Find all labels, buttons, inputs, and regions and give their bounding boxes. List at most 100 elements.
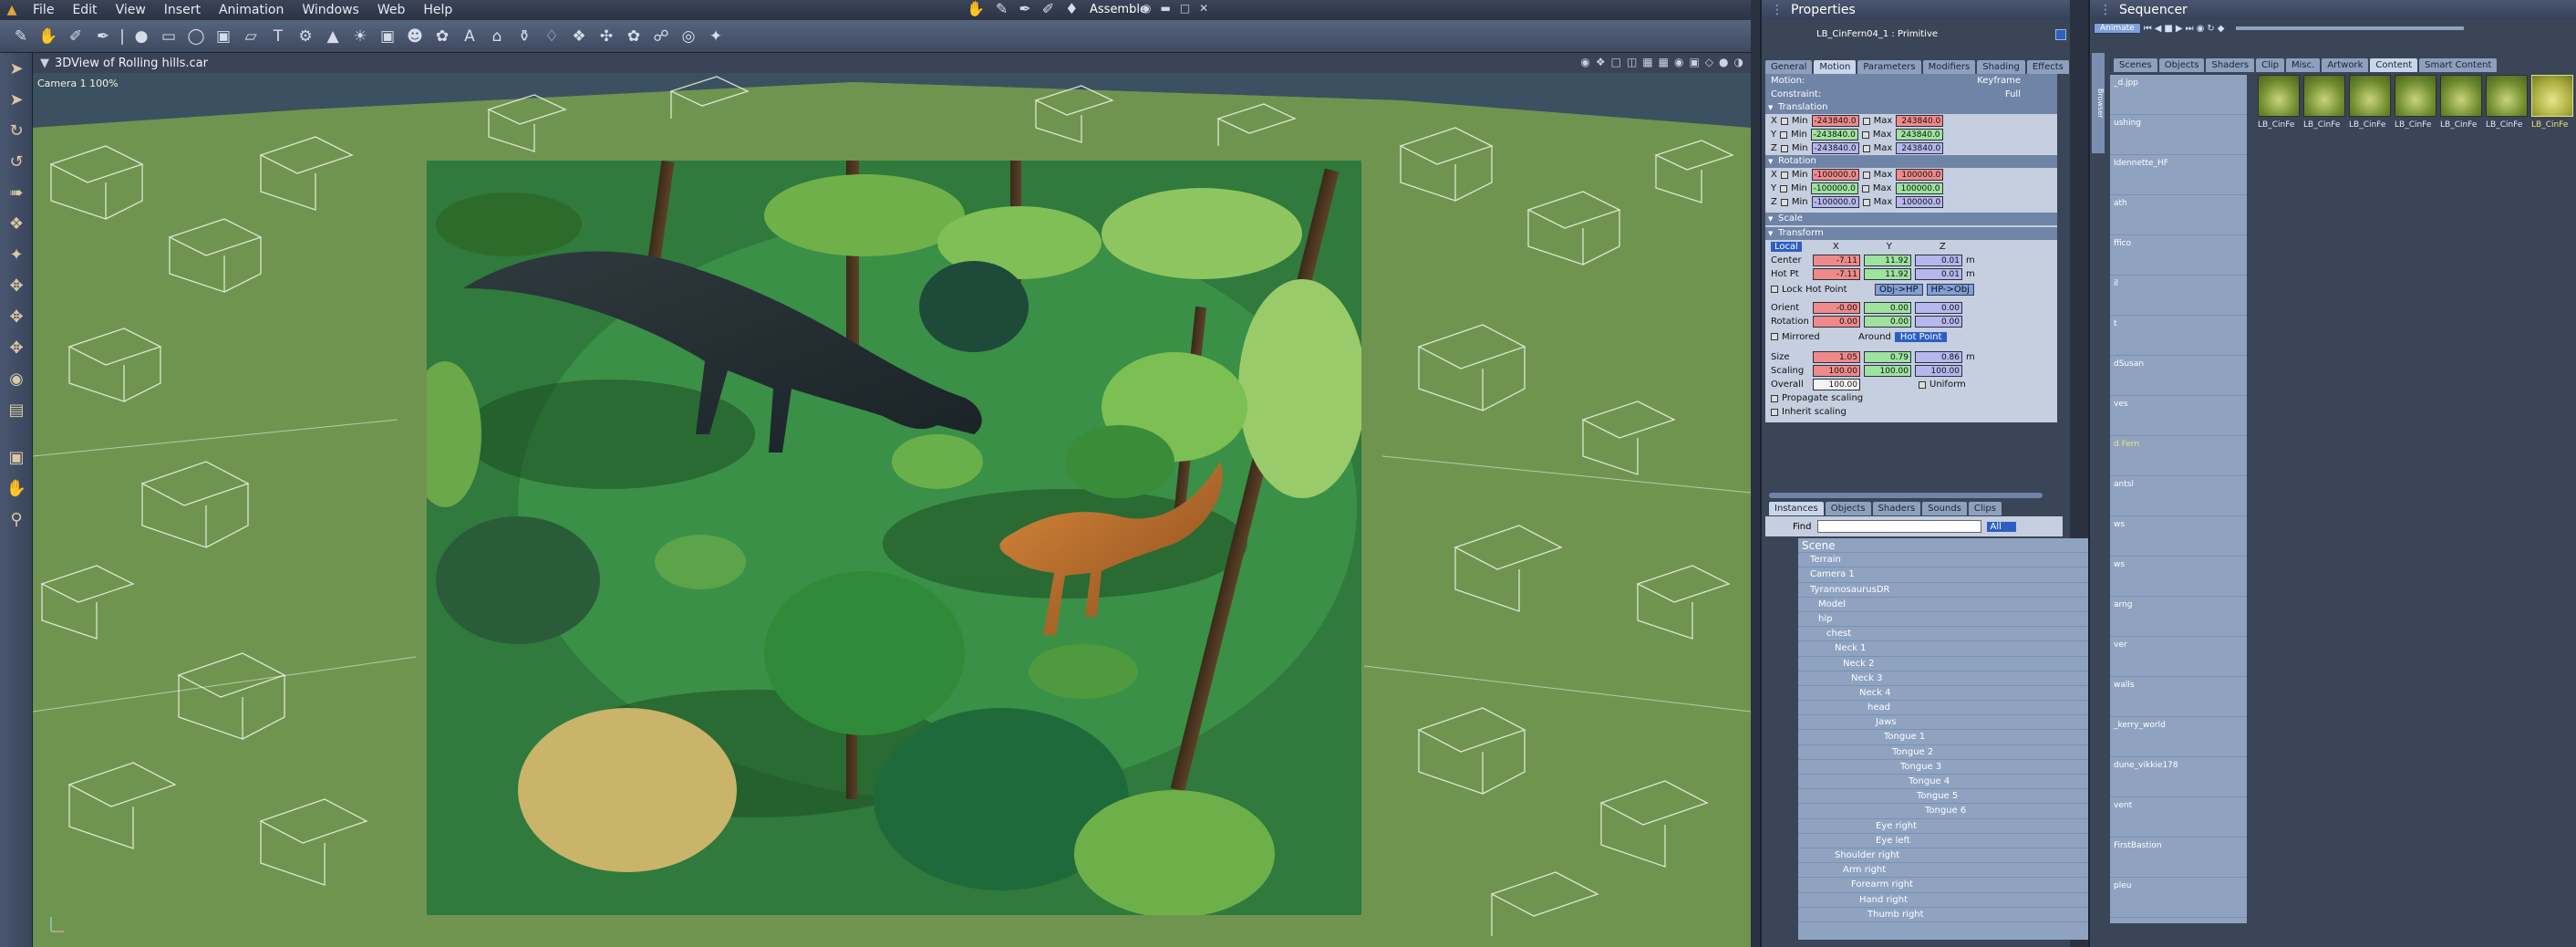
inherit-checkbox[interactable] [1771, 408, 1778, 416]
tab-effects[interactable]: Effects [2026, 60, 2069, 74]
tab-instances[interactable]: Instances [1769, 502, 1824, 515]
torus-icon[interactable]: ◯ [182, 24, 210, 49]
folder-item[interactable]: il [2110, 276, 2247, 316]
tab-motion[interactable]: Motion [1814, 60, 1857, 74]
hotpt-z-field[interactable]: 0.01 [1915, 268, 1962, 280]
menu-web[interactable]: Web [368, 3, 415, 17]
lock-x-checkbox[interactable] [1780, 117, 1788, 125]
cylinder-icon[interactable]: ▭ [155, 24, 182, 49]
rotation-x-max[interactable]: 100000.0 [1896, 169, 1944, 181]
terrain-icon[interactable]: ▲ [319, 24, 347, 49]
tree-node[interactable]: Neck 3 [1798, 671, 2095, 686]
layout-grid-icon[interactable]: ▦ [1659, 56, 1669, 68]
folder-item[interactable]: vent [2110, 797, 2247, 838]
maximize-icon[interactable]: □ [1180, 2, 1190, 15]
tree-node[interactable]: Forearm right [1798, 878, 2095, 893]
menu-animation[interactable]: Animation [210, 3, 293, 17]
gear-icon[interactable]: ⚙ [292, 24, 319, 49]
rotate-icon[interactable]: ↻ [0, 115, 33, 146]
tree-node[interactable]: Neck 4 [1798, 686, 2095, 702]
content-thumbnail[interactable]: LB_CinFe [2258, 75, 2300, 139]
deform-icon[interactable]: ❖ [565, 24, 593, 49]
tab-shaders[interactable]: Shaders [1872, 502, 1921, 515]
tree-node[interactable]: Neck 1 [1798, 641, 2095, 657]
layout-single-icon[interactable]: □ [1611, 56, 1621, 68]
tab-modifiers[interactable]: Modifiers [1922, 60, 1976, 74]
tree-node[interactable]: Tongue 4 [1798, 775, 2095, 790]
orient-z-field[interactable]: 0.00 [1915, 302, 1962, 314]
render-mode-icon[interactable]: ◉ [1674, 56, 1683, 68]
pen-room-icon[interactable]: ✒ [1019, 0, 1030, 17]
translation-z-max[interactable]: 243840.0 [1896, 142, 1944, 154]
rot-lock-z-checkbox[interactable] [1780, 198, 1788, 206]
pin-icon[interactable]: ➠ [0, 177, 33, 208]
rot-max-y-checkbox[interactable] [1861, 184, 1869, 193]
paint-room-icon[interactable]: ✐ [1042, 0, 1054, 17]
viewport-menu-icon[interactable]: ▼ [40, 57, 49, 70]
overall-field[interactable]: 100.00 [1813, 379, 1860, 390]
tab-content[interactable]: Content [2370, 58, 2418, 72]
plane-icon[interactable]: ▱ [237, 24, 264, 49]
close-icon[interactable]: ✕ [1199, 2, 1208, 15]
animate-button[interactable]: Animate [2094, 23, 2141, 34]
folder-item[interactable]: ws [2110, 557, 2247, 597]
tab-scenes[interactable]: Scenes [2114, 58, 2157, 72]
tab-artwork[interactable]: Artwork [2322, 58, 2369, 72]
text-icon[interactable]: T [264, 24, 292, 49]
lock-y-checkbox[interactable] [1780, 130, 1788, 139]
space-select[interactable]: Local [1771, 242, 1802, 252]
max-y-checkbox[interactable] [1861, 130, 1869, 139]
motion-select[interactable]: Keyframe [1977, 76, 2021, 86]
content-thumbnail[interactable]: LB_CinFe [2395, 75, 2436, 139]
tree-node[interactable]: TyrannosaurusDR [1798, 583, 2095, 598]
loop-icon[interactable]: ↻ [2207, 24, 2214, 34]
cube-icon[interactable]: ▣ [210, 24, 237, 49]
deform-tool-icon[interactable]: ✦ [0, 239, 33, 270]
around-select[interactable]: Hot Point [1894, 331, 1948, 342]
tab-misc[interactable]: Misc. [2286, 58, 2321, 72]
folder-item[interactable]: ath [2110, 195, 2247, 235]
folder-item[interactable]: walls [2110, 677, 2247, 717]
tab-shaders-content[interactable]: Shaders [2206, 58, 2255, 72]
pencil-tool-icon[interactable]: ✎ [7, 24, 35, 49]
translation-z-min[interactable]: -243840.0 [1811, 142, 1859, 154]
brush-tool-icon[interactable]: ✐ [62, 24, 89, 49]
scaling-x-field[interactable]: 100.00 [1813, 365, 1860, 377]
size-y-field[interactable]: 0.79 [1864, 351, 1911, 363]
hand-tool-icon[interactable]: ✋ [35, 24, 62, 49]
rot-lock-y-checkbox[interactable] [1780, 184, 1788, 193]
folder-item[interactable]: _kerry_world [2110, 717, 2247, 757]
tab-shading[interactable]: Shading [1977, 60, 2025, 74]
tree-node[interactable]: head [1798, 701, 2095, 716]
content-thumbnail[interactable]: LB_CinFe [2486, 75, 2528, 139]
translation-y-min[interactable]: -243840.0 [1810, 129, 1858, 140]
content-thumbnail[interactable]: LB_CinFe [2349, 75, 2391, 139]
camera-options-icon[interactable]: ◉ [1580, 56, 1589, 68]
find-input[interactable] [1816, 520, 1981, 533]
folder-item[interactable]: arng [2110, 597, 2247, 637]
pan-hand-icon[interactable]: ✋ [0, 473, 33, 504]
menu-help[interactable]: Help [414, 3, 461, 17]
folder-item[interactable]: ws [2110, 516, 2247, 557]
mirrored-checkbox[interactable] [1771, 333, 1778, 340]
folder-item[interactable]: antsl [2110, 476, 2247, 516]
rotation-z-field[interactable]: 0.00 [1915, 316, 1962, 328]
layers-icon[interactable]: ▤ [0, 394, 33, 425]
move-z-icon[interactable]: ✥ [0, 332, 33, 363]
translation-y-max[interactable]: 243840.0 [1895, 129, 1943, 140]
tree-node[interactable]: Eye right [1798, 819, 2095, 834]
twist-icon[interactable]: ↺ [0, 146, 33, 177]
folder-item[interactable]: pleu [2110, 878, 2247, 918]
box-mode-icon[interactable]: ▣ [1689, 56, 1699, 68]
tree-node[interactable]: Shoulder right [1798, 848, 2095, 864]
marker-tool-icon[interactable]: ✒ [89, 24, 117, 49]
tab-objects[interactable]: Objects [1825, 502, 1871, 515]
find-filter-select[interactable]: All [1986, 521, 2016, 532]
bones-icon[interactable]: ✿ [620, 24, 647, 49]
folder-item[interactable]: t [2110, 316, 2247, 356]
orient-x-field[interactable]: -0.00 [1813, 302, 1860, 314]
figure-icon[interactable]: ☻ [401, 24, 429, 49]
tree-node[interactable]: Tongue 3 [1798, 760, 2095, 775]
smooth-mode-icon[interactable]: ● [1719, 56, 1728, 68]
eye-icon[interactable]: ◉ [1142, 2, 1151, 15]
